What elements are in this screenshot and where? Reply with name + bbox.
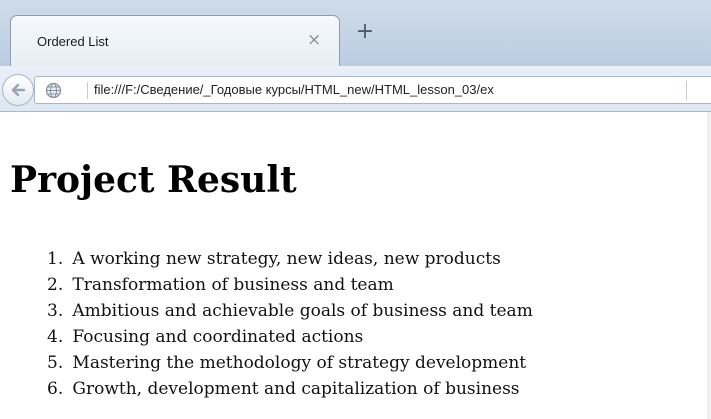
new-tab-button[interactable]: +	[352, 19, 378, 45]
back-button[interactable]	[2, 74, 34, 106]
tab-title: Ordered List	[37, 34, 109, 49]
list-item-number: 2.	[47, 275, 64, 295]
list-item-text: Mastering the methodology of strategy de…	[72, 353, 527, 373]
list-item-text: Focusing and coordinated actions	[72, 327, 364, 347]
url-text[interactable]: file:///F:/Сведение/_Годовые курсы/HTML_…	[94, 82, 494, 97]
scrollbar-edge[interactable]	[707, 112, 711, 419]
list-item: 4. Focusing and coordinated actions	[47, 324, 533, 350]
back-arrow-icon	[11, 83, 26, 97]
list-item: 3. Ambitious and achievable goals of bus…	[47, 298, 533, 324]
identity-divider	[87, 82, 88, 99]
tab-strip: Ordered List × +	[0, 0, 711, 67]
page-heading: Project Result	[10, 159, 297, 201]
globe-icon	[45, 82, 62, 99]
browser-tab[interactable]: Ordered List ×	[10, 15, 340, 67]
navigation-bar: file:///F:/Сведение/_Годовые курсы/HTML_…	[0, 66, 711, 112]
list-item-number: 3.	[47, 301, 64, 321]
list-item-text: A working new strategy, new ideas, new p…	[72, 249, 501, 269]
list-item-number: 4.	[47, 327, 64, 347]
list-item-number: 6.	[47, 379, 64, 399]
list-item: 6. Growth, development and capitalizatio…	[47, 376, 533, 402]
address-bar[interactable]: file:///F:/Сведение/_Годовые курсы/HTML_…	[34, 76, 711, 104]
list-item-number: 1.	[47, 249, 64, 269]
list-item-text: Growth, development and capitalization o…	[72, 379, 520, 399]
list-item: 1. A working new strategy, new ideas, ne…	[47, 246, 533, 272]
close-tab-icon[interactable]: ×	[307, 30, 321, 50]
list-item-number: 5.	[47, 353, 64, 373]
ordered-list: 1. A working new strategy, new ideas, ne…	[47, 246, 533, 402]
address-bar-divider	[686, 81, 687, 100]
page-content: Project Result 1. A working new strategy…	[0, 112, 711, 419]
list-item-text: Ambitious and achievable goals of busine…	[72, 301, 533, 321]
list-item-text: Transformation of business and team	[72, 275, 394, 295]
list-item: 2. Transformation of business and team	[47, 272, 533, 298]
list-item: 5. Mastering the methodology of strategy…	[47, 350, 533, 376]
